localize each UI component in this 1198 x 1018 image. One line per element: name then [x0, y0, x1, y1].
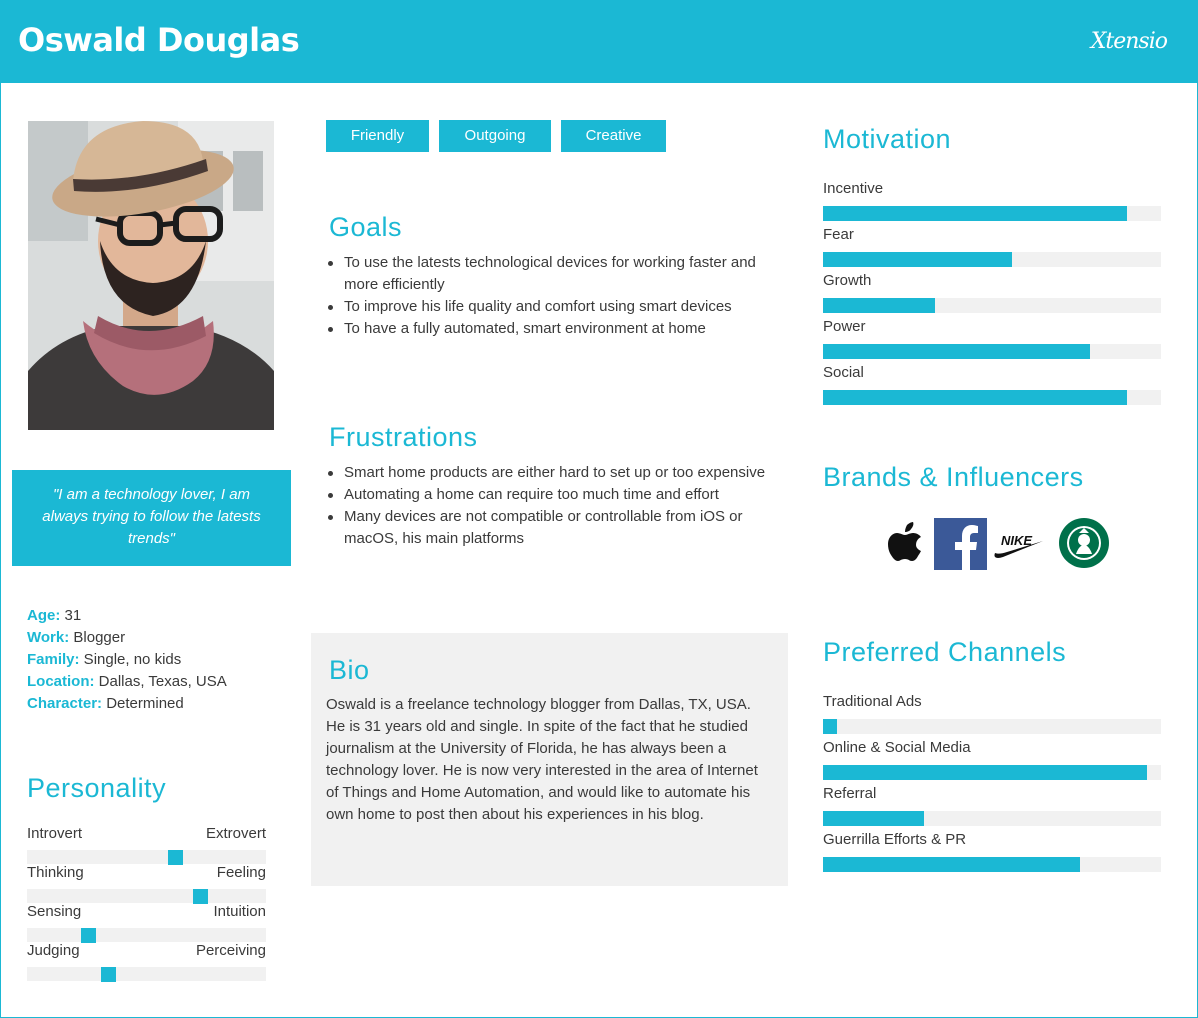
channel-label: Online & Social Media — [823, 739, 971, 756]
facebook-logo-icon[interactable] — [934, 516, 988, 570]
channel-fill — [823, 811, 925, 826]
trait-slider[interactable] — [27, 889, 266, 904]
motivation-fill — [823, 344, 1091, 359]
channel-label: Referral — [823, 785, 877, 802]
motivation-label: Incentive — [823, 180, 884, 197]
list-item: Smart home products are either hard to s… — [327, 462, 767, 484]
channel-fill — [823, 765, 1148, 780]
list-item: To use the latests technological devices… — [327, 252, 787, 296]
trait-slider[interactable] — [27, 967, 266, 982]
personality-trait: Introvert Extrovert — [27, 825, 266, 865]
motivation-track — [823, 344, 1161, 359]
trait-left-label: Introvert — [27, 825, 83, 842]
info-location: Location: Dallas, Texas, USA — [27, 673, 227, 690]
frustrations-list: Smart home products are either hard to s… — [327, 462, 767, 550]
motivation-label: Power — [823, 318, 866, 335]
header-bar: Oswald Douglas Xtensio — [1, 1, 1197, 83]
trait-knob[interactable] — [193, 889, 208, 904]
trait-left-label: Thinking — [27, 864, 84, 881]
trait-slider[interactable] — [27, 928, 266, 943]
channel-item: Guerrilla Efforts & PR — [823, 831, 1161, 872]
channel-item: Online & Social Media — [823, 739, 1161, 780]
persona-name: Oswald Douglas — [18, 21, 300, 59]
motivation-label: Growth — [823, 272, 872, 289]
brands-title: Brands & Influencers — [823, 462, 1084, 492]
info-family: Family: Single, no kids — [27, 651, 182, 668]
tag-friendly[interactable]: Friendly — [326, 120, 429, 152]
bio-text: Oswald is a freelance technology blogger… — [326, 696, 758, 823]
xtensio-logo[interactable]: Xtensio — [1091, 29, 1168, 54]
personality-trait: Judging Perceiving — [27, 942, 266, 982]
trait-knob[interactable] — [81, 928, 96, 943]
channel-fill — [823, 719, 837, 734]
motivation-fill — [823, 252, 1013, 267]
motivation-fill — [823, 298, 935, 313]
channel-track — [823, 719, 1161, 734]
trait-slider[interactable] — [27, 850, 266, 865]
motivation-item: Growth — [823, 272, 1161, 313]
motivation-fill — [823, 390, 1128, 405]
personality-trait: Thinking Feeling — [27, 864, 266, 904]
motivation-item: Fear — [823, 226, 1161, 267]
goals-title: Goals — [329, 212, 403, 242]
motivation-item: Power — [823, 318, 1161, 359]
trait-right-label: Feeling — [216, 864, 266, 881]
motivation-label: Social — [823, 364, 864, 381]
trait-knob[interactable] — [168, 850, 183, 865]
channel-track — [823, 765, 1161, 780]
tag-outgoing[interactable]: Outgoing — [439, 120, 551, 152]
motivation-fill — [823, 206, 1128, 221]
personality-trait: Sensing Intuition — [27, 903, 266, 943]
brands-row: NIKE — [880, 516, 1112, 572]
trait-left-label: Sensing — [27, 903, 82, 920]
motivation-item: Social — [823, 364, 1161, 405]
channel-track — [823, 811, 1161, 826]
motivation-label: Fear — [823, 226, 854, 243]
motivation-item: Incentive — [823, 180, 1161, 221]
list-item: To have a fully automated, smart environ… — [327, 318, 787, 340]
trait-right-label: Intuition — [213, 903, 266, 920]
motivation-track — [823, 298, 1161, 313]
frustrations-title: Frustrations — [329, 422, 478, 452]
info-work: Work: Blogger — [27, 629, 126, 646]
channel-fill — [823, 857, 1080, 872]
nike-logo-text: NIKE — [1001, 533, 1032, 548]
channel-item: Traditional Ads — [823, 693, 1161, 734]
nike-logo-icon[interactable]: NIKE — [992, 516, 1046, 570]
persona-quote: "I am a technology lover, I am always tr… — [12, 470, 291, 566]
apple-logo-icon[interactable] — [880, 516, 934, 570]
channel-track — [823, 857, 1161, 872]
trait-knob[interactable] — [101, 967, 116, 982]
persona-photo — [28, 121, 274, 430]
channel-item: Referral — [823, 785, 1161, 826]
motivation-track — [823, 206, 1161, 221]
channel-label: Traditional Ads — [823, 693, 922, 710]
info-age: Age: 31 — [27, 607, 82, 624]
trait-right-label: Extrovert — [205, 825, 266, 842]
motivation-track — [823, 390, 1161, 405]
personality-title: Personality — [27, 773, 167, 803]
list-item: To improve his life quality and comfort … — [327, 296, 787, 318]
channel-label: Guerrilla Efforts & PR — [823, 831, 967, 848]
bio-title: Bio — [329, 655, 370, 685]
trait-right-label: Perceiving — [195, 942, 266, 959]
persona-info: Age: 31 Work: Blogger Family: Single, no… — [27, 605, 227, 715]
list-item: Many devices are not compatible or contr… — [327, 506, 767, 550]
trait-left-label: Judging — [27, 942, 80, 959]
tag-creative[interactable]: Creative — [561, 120, 666, 152]
motivation-track — [823, 252, 1161, 267]
info-character: Character: Determined — [27, 695, 184, 712]
list-item: Automating a home can require too much t… — [327, 484, 767, 506]
goals-list: To use the latests technological devices… — [327, 252, 787, 340]
starbucks-logo-icon[interactable] — [1057, 516, 1111, 570]
channels-title: Preferred Channels — [823, 637, 1067, 667]
motivation-title: Motivation — [823, 124, 952, 154]
